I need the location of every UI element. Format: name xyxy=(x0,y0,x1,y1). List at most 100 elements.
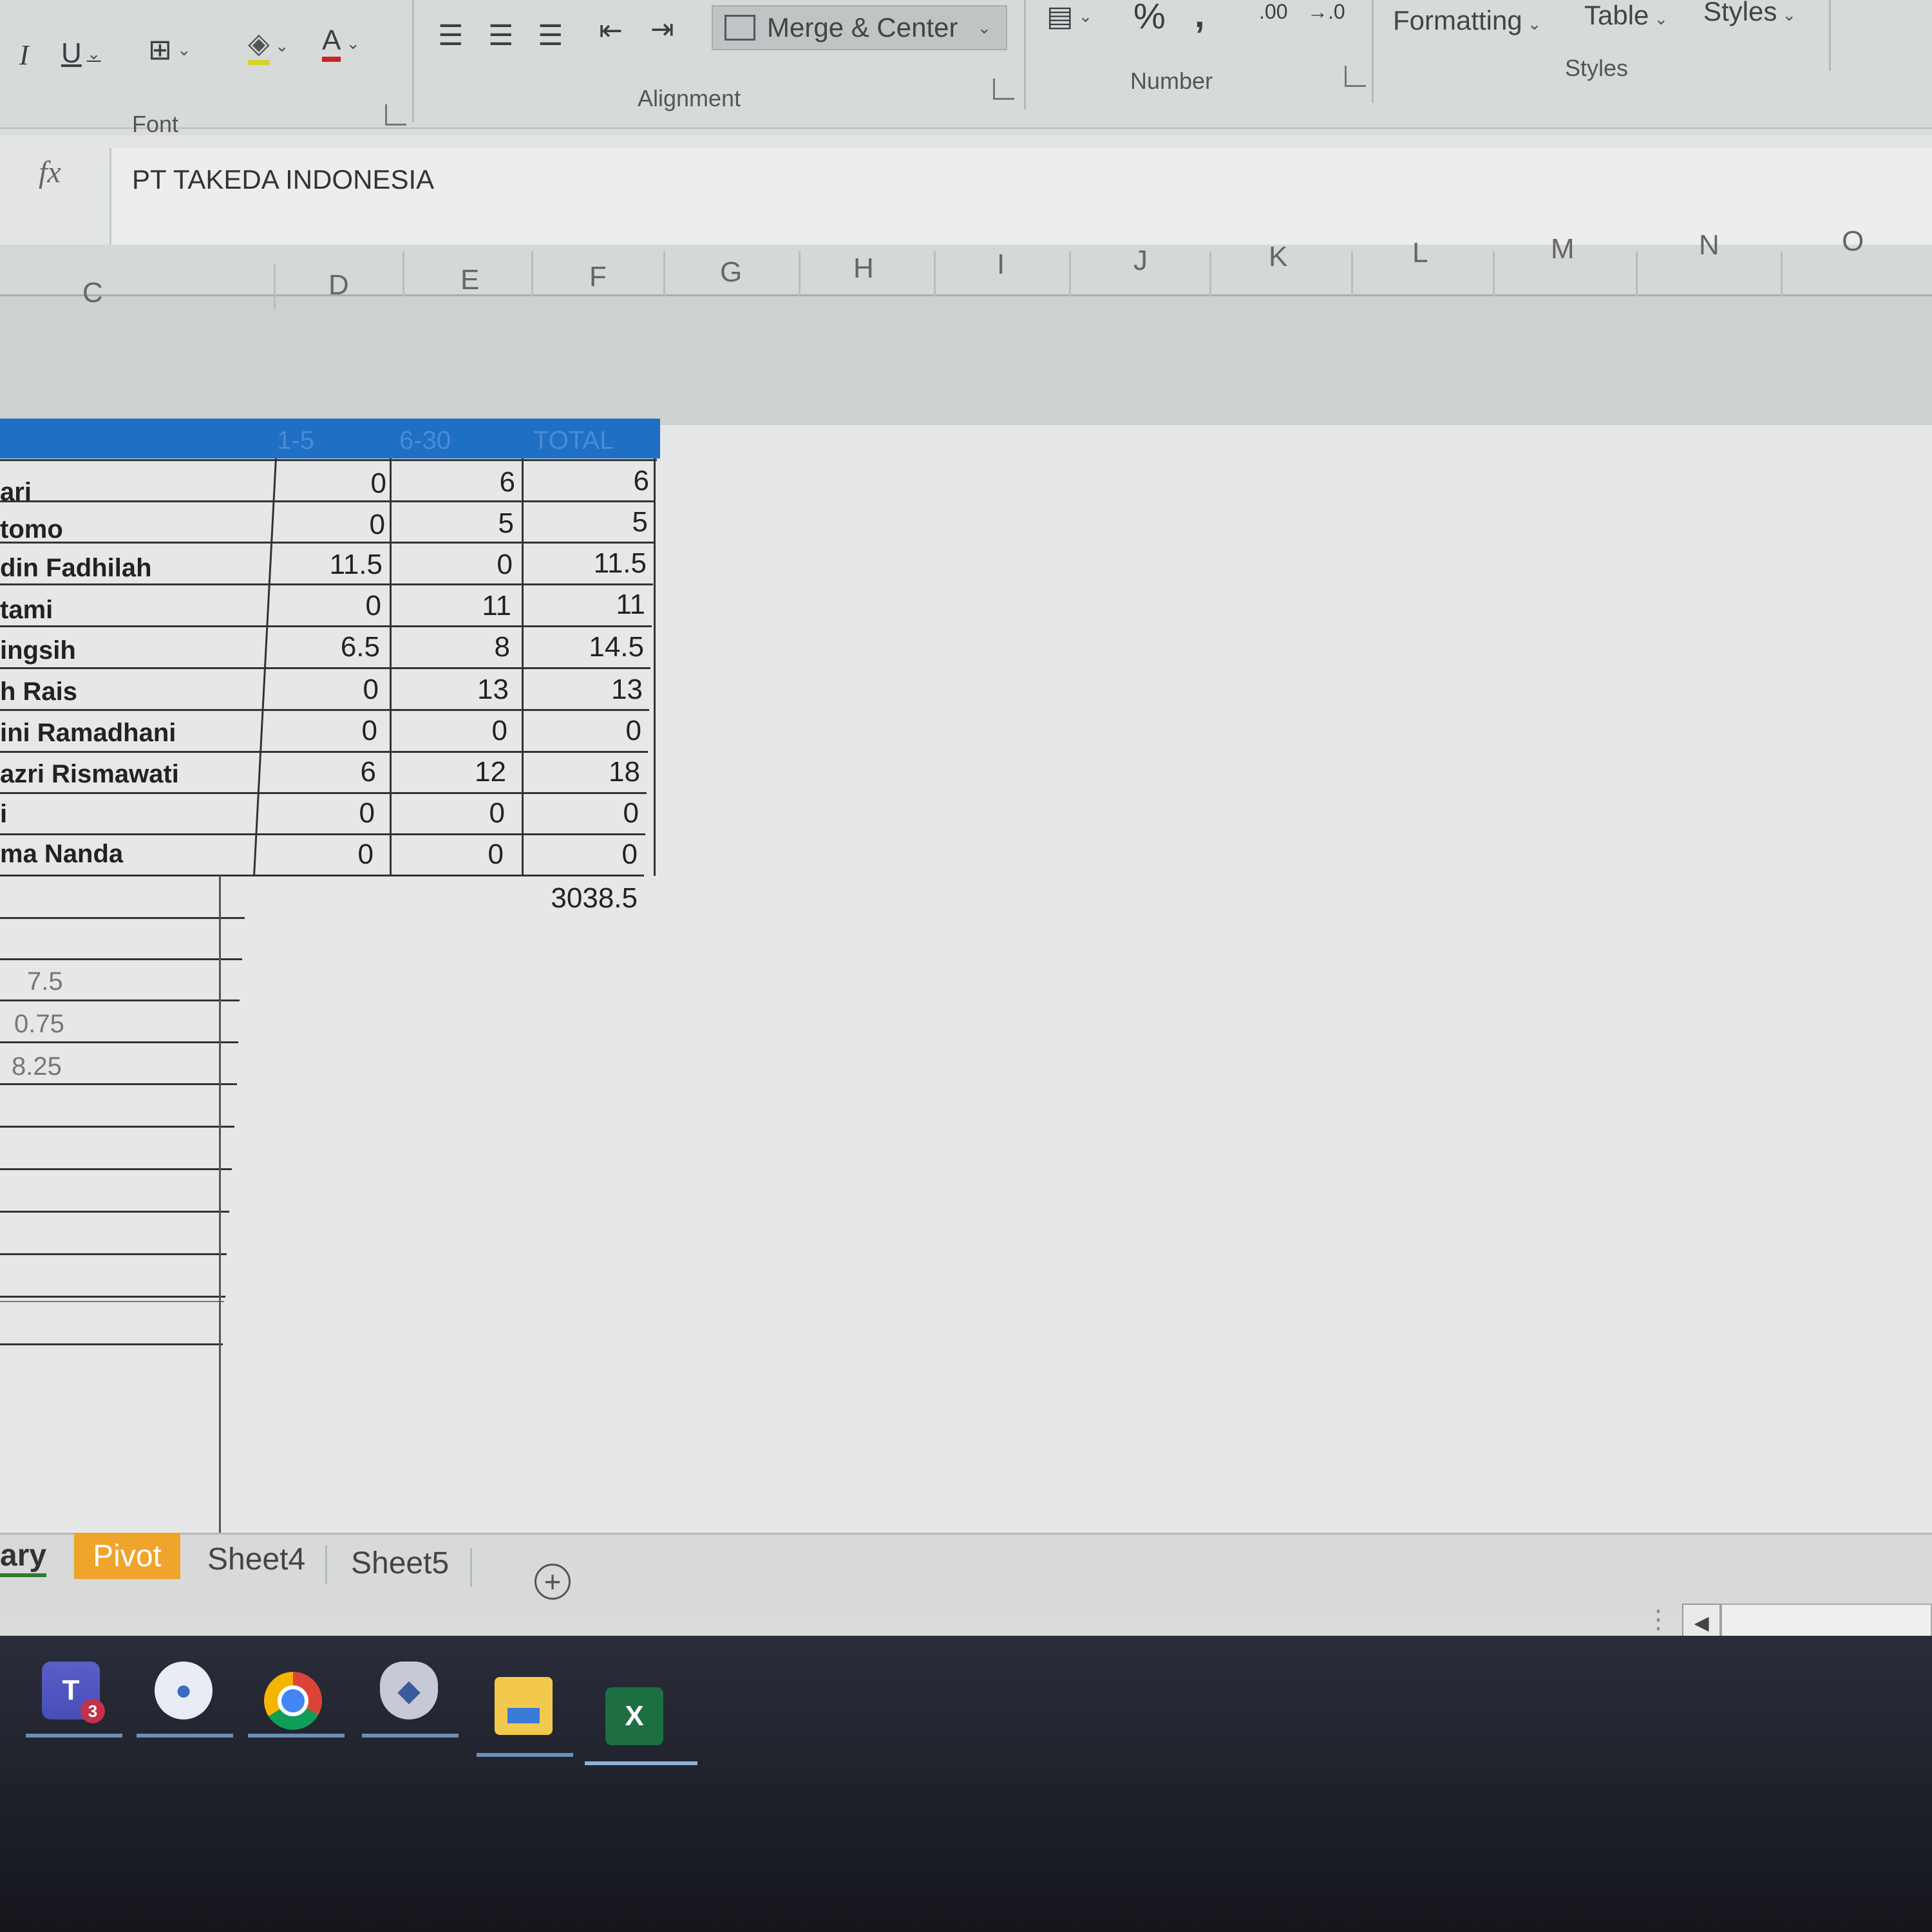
chat-icon[interactable]: ● xyxy=(155,1662,213,1719)
chevron-down-icon: ⌄ xyxy=(977,17,992,37)
table-row-name[interactable]: ingsih xyxy=(0,636,76,665)
table-row-name[interactable]: tami xyxy=(0,596,53,625)
cell-d[interactable]: 0 xyxy=(259,797,375,829)
tab-pivot[interactable]: Pivot xyxy=(74,1533,180,1579)
cell-total[interactable]: 0 xyxy=(523,797,639,829)
tab-summary[interactable]: ary xyxy=(0,1538,47,1577)
column-header-m[interactable]: M xyxy=(1551,233,1575,265)
cell-e[interactable]: 8 xyxy=(394,631,510,663)
side-value[interactable]: 0.75 xyxy=(14,1010,64,1039)
chrome-icon[interactable] xyxy=(264,1672,322,1730)
app-icon[interactable]: ◆ xyxy=(380,1662,438,1719)
align-center-icon[interactable]: ☰ xyxy=(488,19,513,52)
cell-styles-button[interactable]: Styles ⌄ xyxy=(1703,0,1796,27)
column-header-k[interactable]: K xyxy=(1269,241,1287,273)
tab-sheet4[interactable]: Sheet4 xyxy=(207,1542,305,1577)
cell-total[interactable]: 6 xyxy=(533,465,649,497)
file-explorer-icon[interactable] xyxy=(495,1677,553,1735)
format-as-table-button[interactable]: Table ⌄ xyxy=(1584,0,1668,31)
cell-d[interactable]: 0 xyxy=(258,838,374,871)
cell-e[interactable]: 12 xyxy=(390,756,506,788)
row-line xyxy=(0,459,657,461)
more-options-icon[interactable]: ⋮ xyxy=(1645,1605,1671,1634)
column-header-l[interactable]: L xyxy=(1412,237,1428,269)
function-icon[interactable]: fx xyxy=(39,155,61,190)
table-row-name[interactable]: ari xyxy=(0,478,32,507)
column-header-c[interactable]: C xyxy=(82,277,103,309)
formula-input[interactable] xyxy=(109,148,1932,245)
side-value[interactable]: 7.5 xyxy=(27,967,63,996)
cell-total[interactable]: 18 xyxy=(524,756,640,788)
merge-center-button[interactable]: Merge & Center ⌄ xyxy=(712,5,1007,50)
table-header-1-5[interactable]: 1-5 xyxy=(277,426,314,455)
column-header-f[interactable]: F xyxy=(589,261,607,293)
table-row-name[interactable]: i xyxy=(0,800,7,829)
cell-total[interactable]: 11.5 xyxy=(531,547,647,580)
cell-d[interactable]: 6.5 xyxy=(264,631,380,663)
cell-e[interactable]: 0 xyxy=(397,549,513,581)
table-header-6-30[interactable]: 6-30 xyxy=(399,426,451,455)
column-header-e[interactable]: E xyxy=(460,264,479,296)
cell-d[interactable]: 11.5 xyxy=(267,549,383,581)
fill-color-icon[interactable]: ◈ ⌄ xyxy=(248,27,289,65)
increase-indent-icon[interactable]: ⇥ xyxy=(650,13,674,46)
cell-total[interactable]: 5 xyxy=(532,506,648,538)
grand-total-cell[interactable]: 3038.5 xyxy=(522,882,638,914)
cell-e[interactable]: 6 xyxy=(399,466,515,498)
underline-icon[interactable]: U ⌄ xyxy=(61,37,101,70)
column-header-i[interactable]: I xyxy=(997,249,1005,281)
decrease-indent-icon[interactable]: ⇤ xyxy=(599,14,623,47)
teams-icon[interactable]: T3 xyxy=(42,1662,105,1723)
cell-d[interactable]: 0 xyxy=(263,674,379,706)
add-sheet-icon[interactable]: + xyxy=(535,1564,571,1600)
font-color-icon[interactable]: A ⌄ xyxy=(322,24,360,62)
table-row-name[interactable]: ma Nanda xyxy=(0,840,123,869)
table-row-name[interactable]: tomo xyxy=(0,515,63,544)
accounting-format-icon[interactable]: ▤ ⌄ xyxy=(1046,0,1092,33)
cell-e[interactable]: 0 xyxy=(389,797,505,829)
table-row-name[interactable]: din Fadhilah xyxy=(0,554,152,583)
percent-icon[interactable]: % xyxy=(1133,0,1166,37)
cell-total[interactable]: 14.5 xyxy=(528,631,644,663)
column-header-j[interactable]: J xyxy=(1133,245,1148,277)
table-row-name[interactable]: ini Ramadhani xyxy=(0,719,176,748)
cell-e[interactable]: 11 xyxy=(395,590,511,622)
align-right-icon[interactable]: ☰ xyxy=(538,19,563,52)
cell-total[interactable]: 11 xyxy=(529,589,645,621)
cell-total[interactable]: 0 xyxy=(526,715,641,747)
conditional-formatting-button[interactable]: Formatting ⌄ xyxy=(1393,5,1542,36)
font-launcher-icon[interactable] xyxy=(385,104,406,126)
borders-icon[interactable]: ⊞ ⌄ xyxy=(148,33,191,66)
column-header-o[interactable]: O xyxy=(1842,225,1864,258)
cell-d[interactable]: 6 xyxy=(260,756,376,788)
cell-d[interactable]: 0 xyxy=(270,468,386,500)
column-header-g[interactable]: G xyxy=(720,256,742,289)
table-row-name[interactable]: azri Rismawati xyxy=(0,760,179,789)
row-line xyxy=(0,1041,238,1043)
number-launcher-icon[interactable] xyxy=(1345,66,1366,87)
increase-decimal-icon[interactable]: .00 xyxy=(1259,0,1287,24)
cell-e[interactable]: 0 xyxy=(392,715,507,747)
cell-d[interactable]: 0 xyxy=(269,509,385,541)
excel-icon[interactable]: X xyxy=(605,1687,663,1745)
cell-d[interactable]: 0 xyxy=(261,715,377,747)
comma-style-icon[interactable]: , xyxy=(1195,0,1205,35)
side-value[interactable]: 8.25 xyxy=(12,1052,62,1081)
tab-sheet5[interactable]: Sheet5 xyxy=(351,1546,449,1581)
column-header-d[interactable]: D xyxy=(328,269,349,301)
column-divider xyxy=(1636,251,1638,296)
table-row-name[interactable]: h Rais xyxy=(0,677,77,706)
align-left-icon[interactable]: ☰ xyxy=(438,19,463,52)
cell-d[interactable]: 0 xyxy=(265,590,381,622)
alignment-launcher-icon[interactable] xyxy=(993,79,1014,100)
column-header-h[interactable]: H xyxy=(853,252,874,285)
cell-total[interactable]: 13 xyxy=(527,674,643,706)
column-header-n[interactable]: N xyxy=(1699,229,1719,261)
italic-icon[interactable]: I xyxy=(19,39,29,71)
cell-e[interactable]: 5 xyxy=(398,507,514,540)
cell-e[interactable]: 0 xyxy=(388,838,504,871)
cell-total[interactable]: 0 xyxy=(522,838,638,871)
table-header-total[interactable]: TOTAL xyxy=(533,426,614,455)
cell-e[interactable]: 13 xyxy=(393,674,509,706)
decrease-decimal-icon[interactable]: →.0 xyxy=(1307,0,1345,24)
